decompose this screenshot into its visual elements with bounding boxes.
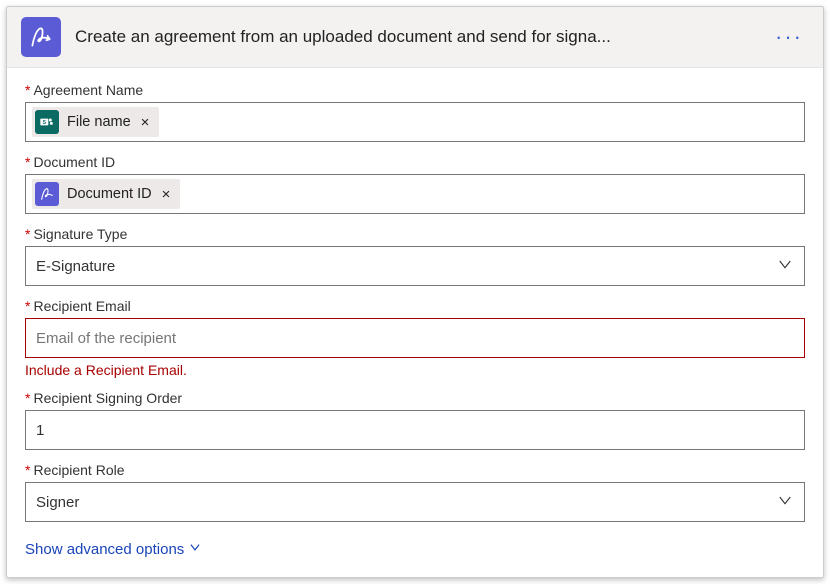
- more-options-button[interactable]: ···: [769, 26, 809, 48]
- chevron-down-icon: [776, 255, 794, 277]
- chevron-down-icon: [776, 491, 794, 513]
- chevron-down-icon: [188, 540, 202, 558]
- field-agreement-name: *Agreement Name S File name ×: [25, 82, 805, 142]
- recipient-email-error: Include a Recipient Email.: [25, 362, 805, 378]
- recipient-email-input[interactable]: Email of the recipient: [25, 318, 805, 358]
- document-id-label: *Document ID: [25, 154, 805, 170]
- sharepoint-icon: S: [35, 110, 59, 134]
- signature-type-label: *Signature Type: [25, 226, 805, 242]
- action-card: Create an agreement from an uploaded doc…: [6, 6, 824, 578]
- agreement-name-input[interactable]: S File name ×: [25, 102, 805, 142]
- field-recipient-role: *Recipient Role Signer: [25, 462, 805, 522]
- token-label: File name: [67, 114, 131, 130]
- field-recipient-order: *Recipient Signing Order: [25, 390, 805, 450]
- recipient-order-label: *Recipient Signing Order: [25, 390, 805, 406]
- dynamic-token-file-name[interactable]: S File name ×: [32, 107, 159, 137]
- recipient-order-value[interactable]: [36, 422, 794, 439]
- document-id-input[interactable]: Document ID ×: [25, 174, 805, 214]
- token-label: Document ID: [67, 186, 152, 202]
- field-document-id: *Document ID Document ID ×: [25, 154, 805, 214]
- recipient-email-placeholder: Email of the recipient: [36, 330, 176, 347]
- card-title: Create an agreement from an uploaded doc…: [75, 27, 755, 47]
- advanced-options-label: Show advanced options: [25, 541, 184, 558]
- recipient-order-input[interactable]: [25, 410, 805, 450]
- dynamic-token-document-id[interactable]: Document ID ×: [32, 179, 180, 209]
- card-header[interactable]: Create an agreement from an uploaded doc…: [7, 7, 823, 68]
- recipient-role-label: *Recipient Role: [25, 462, 805, 478]
- card-body: *Agreement Name S File name × *Document …: [7, 68, 823, 577]
- svg-text:S: S: [43, 120, 47, 126]
- recipient-email-label: *Recipient Email: [25, 298, 805, 314]
- signature-type-select[interactable]: E-Signature: [25, 246, 805, 286]
- token-remove-button[interactable]: ×: [160, 186, 173, 203]
- adobe-sign-logo-icon: [21, 17, 61, 57]
- token-remove-button[interactable]: ×: [139, 114, 152, 131]
- recipient-role-value: Signer: [36, 494, 79, 511]
- field-recipient-email: *Recipient Email Email of the recipient …: [25, 298, 805, 378]
- adobe-sign-icon: [35, 182, 59, 206]
- show-advanced-options-link[interactable]: Show advanced options: [25, 540, 202, 558]
- recipient-role-select[interactable]: Signer: [25, 482, 805, 522]
- agreement-name-label: *Agreement Name: [25, 82, 805, 98]
- signature-type-value: E-Signature: [36, 258, 115, 275]
- field-signature-type: *Signature Type E-Signature: [25, 226, 805, 286]
